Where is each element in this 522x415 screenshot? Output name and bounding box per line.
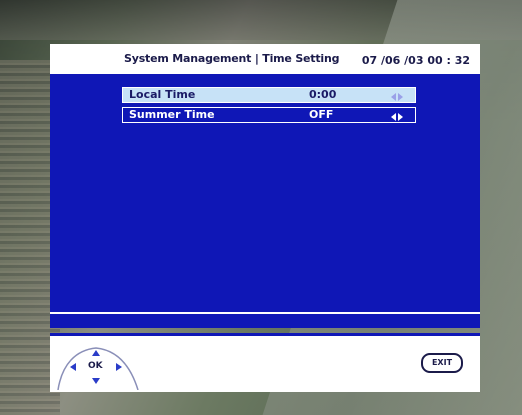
exit-button[interactable]: EXIT xyxy=(421,353,463,373)
osd-header: System Management | Time Setting 07 /06 … xyxy=(50,44,480,74)
setting-value: 0:00 xyxy=(309,88,337,101)
date-time-display: 07 /06 /03 00 : 32 xyxy=(361,54,470,67)
setting-label: Summer Time xyxy=(129,108,215,121)
settings-area: Local Time 0:00 Summer Time OFF xyxy=(50,74,480,312)
ok-label: OK xyxy=(88,361,103,371)
setting-label: Local Time xyxy=(129,88,196,101)
direction-pad-icon[interactable]: OK xyxy=(56,344,140,390)
setting-value: OFF xyxy=(309,108,334,121)
setting-row-local-time[interactable]: Local Time 0:00 xyxy=(122,87,416,103)
page-title: System Management | Time Setting xyxy=(124,52,340,65)
status-strip xyxy=(50,312,480,328)
left-right-arrows-icon[interactable] xyxy=(391,111,403,121)
left-right-arrows-icon[interactable] xyxy=(391,91,403,101)
setting-row-summer-time[interactable]: Summer Time OFF xyxy=(122,107,416,123)
osd-footer: OK EXIT xyxy=(50,333,480,392)
osd-panel: System Management | Time Setting 07 /06 … xyxy=(50,44,480,392)
